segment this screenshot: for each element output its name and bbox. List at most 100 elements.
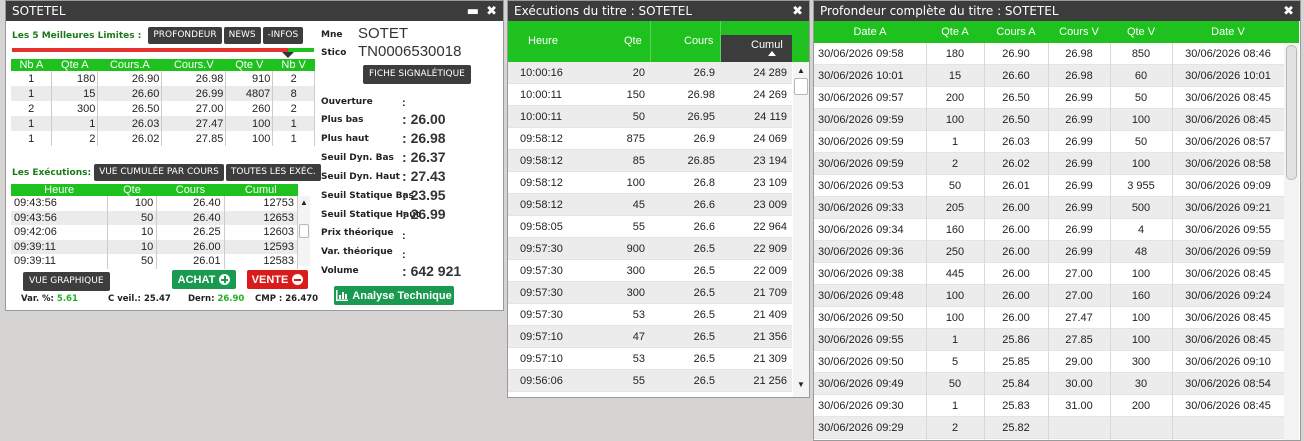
table-row[interactable]: 09:57:10 53 26.5 21 309 — [508, 348, 792, 370]
table-row[interactable]: 30/06/2026 09:36 250 26.00 26.99 48 30/06/202… — [814, 241, 1284, 263]
table-row[interactable]: 09:39:11 10 26.00 12593 — [11, 239, 299, 254]
achat-button[interactable]: ACHAT — [172, 270, 236, 289]
table-row[interactable]: 30/06/2026 09:50 100 26.00 27.47 100 30/06/20… — [814, 307, 1284, 329]
best-limits-label: Les 5 Meilleures Limites : — [12, 30, 142, 41]
table-row[interactable]: 30/06/2026 09:29 2 25.82 — [814, 417, 1284, 439]
table-row[interactable]: 1 2 26.02 27.85 100 1 — [11, 131, 315, 146]
table-row[interactable]: 09:43:56 50 26.40 12653 — [11, 210, 299, 225]
table-row[interactable]: 30/06/2026 09:34 160 26.00 26.99 4 30/06/2026… — [814, 219, 1284, 241]
table-row[interactable]: 30/06/2026 09:59 1 26.03 26.99 50 30/06/2026 … — [814, 131, 1284, 153]
cell-date-a: 30/06/2026 09:53 — [818, 180, 904, 192]
table-row[interactable]: 30/06/2026 09:58 180 26.90 26.98 850 30/06/20… — [814, 43, 1284, 65]
table-row[interactable]: 30/06/2026 09:55 1 25.86 27.85 100 30/06/2026… — [814, 329, 1284, 351]
cell-qte-v: 100 — [1131, 114, 1151, 126]
cell-cours-v: 30.00 — [1065, 378, 1093, 390]
table-row[interactable]: 09:58:05 55 26.6 22 964 — [508, 216, 792, 238]
table-row[interactable]: 1 1 26.03 27.47 100 1 — [11, 116, 315, 131]
executions-scrollbar[interactable]: ▲ — [298, 196, 310, 266]
col-cours-a[interactable]: Cours A — [984, 26, 1048, 38]
cell-date-v: 30/06/2026 09:10 — [1185, 356, 1271, 368]
profondeur-button[interactable]: PROFONDEUR — [148, 27, 222, 44]
scroll-thumb[interactable] — [299, 224, 309, 238]
sotetel-titlebar[interactable]: SOTETEL ▬ ✖ — [6, 1, 503, 21]
scroll-down-icon[interactable]: ▼ — [797, 380, 805, 389]
col-date-a[interactable]: Date A — [814, 26, 926, 38]
table-row[interactable]: 09:56:06 55 26.5 21 256 — [508, 370, 792, 392]
col-heure[interactable]: Heure — [11, 184, 108, 196]
cell-cours-v: 27.00 — [1065, 268, 1093, 280]
vue-graphique-button[interactable]: VUE GRAPHIQUE — [23, 272, 110, 291]
vue-cumulee-button[interactable]: VUE CUMULÉE PAR COURS — [94, 164, 224, 181]
table-row[interactable]: 30/06/2026 09:48 100 26.00 27.00 160 30/06/20… — [814, 285, 1284, 307]
col-qte-v[interactable]: Qte V — [1110, 26, 1172, 38]
cell-date-a: 30/06/2026 09:33 — [818, 202, 904, 214]
table-row[interactable]: 10:00:11 150 26.98 24 269 — [508, 84, 792, 106]
col-nb-a[interactable]: Nb A — [11, 59, 52, 71]
table-row[interactable]: 30/06/2026 09:33 205 26.00 26.99 500 30/06/20… — [814, 197, 1284, 219]
table-row[interactable]: 30/06/2026 09:38 445 26.00 27.00 100 30/06/20… — [814, 263, 1284, 285]
col-cours-v[interactable]: Cours V — [1048, 26, 1110, 38]
close-icon[interactable]: ✖ — [792, 5, 803, 18]
scroll-thumb[interactable] — [1286, 45, 1297, 180]
cell-heure: 09:58:12 — [520, 177, 563, 189]
executions-scrollbar[interactable]: ▲ ▼ — [793, 62, 809, 397]
scroll-up-icon[interactable]: ▲ — [300, 198, 308, 207]
col-cumul[interactable]: Cumul — [224, 184, 298, 196]
scroll-up-icon[interactable]: ▲ — [797, 66, 805, 75]
news-button[interactable]: NEWS — [223, 27, 261, 44]
table-row[interactable]: 30/06/2026 09:59 100 26.50 26.99 100 30/06/20… — [814, 109, 1284, 131]
table-row[interactable]: 09:43:56 100 26.40 12753 — [11, 196, 299, 211]
close-icon[interactable]: ✖ — [1283, 5, 1294, 18]
col-date-v[interactable]: Date V — [1172, 26, 1284, 38]
table-row[interactable]: 09:58:12 85 26.85 23 194 — [508, 150, 792, 172]
table-row[interactable]: 30/06/2026 09:59 2 26.02 26.99 100 30/06/2026… — [814, 153, 1284, 175]
profondeur-titlebar[interactable]: Profondeur complète du titre : SOTETEL ✖ — [814, 1, 1300, 21]
cell-cours: 26.8 — [693, 177, 715, 189]
table-row[interactable]: 30/06/2026 10:01 15 26.60 26.98 60 30/06/2026… — [814, 65, 1284, 87]
col-qte[interactable]: Qte — [107, 184, 157, 196]
table-row[interactable]: 09:42:06 10 26.25 12603 — [11, 225, 299, 240]
col-heure[interactable]: Heure — [528, 35, 558, 47]
table-row[interactable]: 09:58:12 875 26.9 24 069 — [508, 128, 792, 150]
table-row[interactable]: 09:57:10 47 26.5 21 356 — [508, 326, 792, 348]
profondeur-header: Date A Qte A Cours A Cours V Qte V Date … — [814, 21, 1299, 43]
close-icon[interactable]: ✖ — [486, 5, 497, 18]
col-qte-v[interactable]: Qte V — [225, 59, 273, 71]
toutes-executions-button[interactable]: TOUTES LES EXÉC. — [225, 164, 321, 181]
table-row[interactable]: 30/06/2026 09:49 50 25.84 30.00 30 30/06/2026… — [814, 373, 1284, 395]
col-qte-a[interactable]: Qte A — [926, 26, 984, 38]
col-qte-a[interactable]: Qte A — [51, 59, 98, 71]
table-row[interactable]: 1 180 26.90 26.98 910 2 — [11, 71, 315, 86]
table-row[interactable]: 30/06/2026 09:30 1 25.83 31.00 200 30/06/2026… — [814, 395, 1284, 417]
table-row[interactable]: 30/06/2026 09:57 200 26.50 26.99 50 30/06/202… — [814, 87, 1284, 109]
analyse-technique-button[interactable]: Analyse Technique — [334, 286, 454, 305]
scroll-thumb[interactable] — [794, 78, 808, 95]
table-row[interactable]: 09:39:11 50 26.01 12583 — [11, 254, 299, 269]
col-cours-v[interactable]: Cours.V — [161, 59, 226, 71]
table-row[interactable]: 1 15 26.60 26.99 4807 8 — [11, 86, 315, 101]
table-row[interactable]: 10:00:11 50 26.95 24 119 — [508, 106, 792, 128]
table-row[interactable]: 10:00:16 20 26.9 24 289 — [508, 62, 792, 84]
col-nb-v[interactable]: Nb V — [272, 59, 315, 71]
executions-titlebar[interactable]: Exécutions du titre : SOTETEL ✖ — [508, 1, 809, 21]
cell-heure: 09:57:10 — [520, 331, 563, 343]
table-row[interactable]: 09:58:12 45 26.6 23 009 — [508, 194, 792, 216]
vente-button[interactable]: VENTE — [247, 270, 308, 289]
table-row[interactable]: 09:57:30 300 26.5 22 009 — [508, 260, 792, 282]
col-cours[interactable]: Cours — [684, 35, 713, 47]
table-row[interactable]: 30/06/2026 09:53 50 26.01 26.99 3 955 30/06/2… — [814, 175, 1284, 197]
infos-button[interactable]: -INFOS — [262, 27, 304, 44]
minimize-icon[interactable]: ▬ — [467, 5, 479, 18]
table-row[interactable]: 09:57:30 900 26.5 22 909 — [508, 238, 792, 260]
col-qte[interactable]: Qte — [624, 35, 642, 47]
col-cours[interactable]: Cours — [156, 184, 225, 196]
profondeur-scrollbar[interactable] — [1284, 43, 1299, 440]
cell-date-a: 30/06/2026 09:58 — [818, 48, 904, 60]
table-row[interactable]: 2 300 26.50 27.00 260 2 — [11, 101, 315, 116]
table-row[interactable]: 09:57:30 53 26.5 21 409 — [508, 304, 792, 326]
table-row[interactable]: 30/06/2026 09:50 5 25.85 29.00 300 30/06/2026… — [814, 351, 1284, 373]
col-cours-a[interactable]: Cours.A — [97, 59, 162, 71]
table-row[interactable]: 09:57:30 300 26.5 21 709 — [508, 282, 792, 304]
fiche-signaletique-button[interactable]: FICHE SIGNALÉTIQUE — [363, 65, 471, 84]
table-row[interactable]: 09:58:12 100 26.8 23 109 — [508, 172, 792, 194]
